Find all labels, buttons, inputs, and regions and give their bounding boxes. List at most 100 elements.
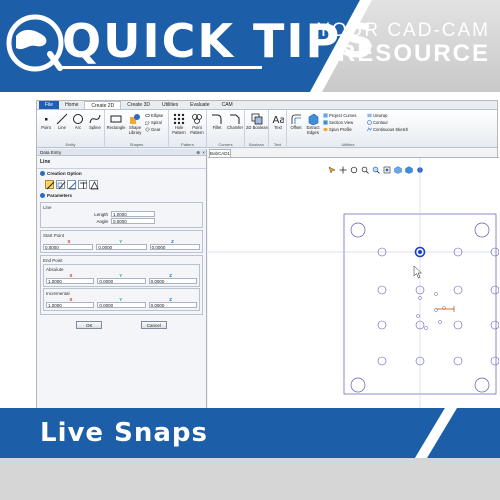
end-point-group: End Point Absolute X Y Z 1.0000 0.0000 0… [40, 255, 203, 315]
banner-resource: RESOURCE [337, 40, 490, 67]
svg-text:Aa: Aa [273, 115, 285, 125]
parameters-header[interactable]: Parameters [37, 191, 206, 200]
line-angle-icon [68, 181, 77, 190]
chamfer-icon [230, 114, 240, 124]
ellipse-tool[interactable]: Ellipse [145, 113, 163, 118]
hole-pattern-tool[interactable]: Hole Pattern [170, 113, 188, 135]
incremental-z-field[interactable]: 0.0000 [148, 302, 197, 308]
graphics-view[interactable] [208, 157, 499, 412]
line-group: Line Length 1.0000 Angle 0.0000 [40, 202, 203, 228]
start-x-field[interactable]: 0.0000 [43, 244, 94, 250]
fillet-icon [212, 114, 222, 124]
boolean-icon [251, 113, 263, 125]
ribbon-group-entity: Point Line Arc Spline Entity [37, 110, 105, 148]
point-pattern-icon [192, 114, 202, 124]
line-diagonal-icon [46, 181, 55, 190]
line-tangent-option[interactable] [56, 180, 66, 190]
ribbon-tabs: File Home Create 2D Create 3D Utilities … [37, 101, 497, 110]
ribbon-group-utilities: Offset Extract Edges Project Curves Sect… [287, 110, 409, 148]
text-icon: Aa [273, 115, 285, 125]
project-curves-tool[interactable]: Project Curves [323, 113, 356, 118]
2d-boolean-tool[interactable]: 2D Boolean [246, 113, 268, 131]
tab-home[interactable]: Home [59, 101, 84, 109]
collapse-icon [40, 193, 45, 198]
contour-tool[interactable]: Contour [367, 120, 388, 125]
fillet-tool[interactable]: Fillet [208, 113, 226, 131]
length-field[interactable]: 1.0000 [111, 211, 155, 217]
angle-field[interactable]: 0.0000 [111, 218, 155, 224]
entity-title: Line [37, 156, 206, 169]
continuous-sketch-tool[interactable]: Continuous Sketch [367, 127, 408, 132]
line-angle-option[interactable] [67, 180, 77, 190]
spline-tool[interactable]: Spline [86, 113, 104, 131]
line-tool[interactable]: Line [54, 113, 70, 131]
line-triangle-option[interactable] [89, 180, 99, 190]
close-icon[interactable]: × [202, 149, 205, 156]
offset-tool[interactable]: Offset [288, 113, 304, 131]
incremental-group: Incremental X Y Z 1.0000 0.0000 0.0000 [43, 288, 200, 311]
absolute-y-field[interactable]: 0.0000 [97, 278, 146, 284]
tab-evaluate[interactable]: Evaluate [184, 101, 215, 109]
creation-option-header[interactable]: Creation Option [37, 169, 206, 178]
rectangle-tool[interactable]: Rectangle [106, 113, 126, 131]
collapse-icon [40, 171, 45, 176]
incremental-y-field[interactable]: 0.0000 [97, 302, 146, 308]
absolute-x-field[interactable]: 1.0000 [46, 278, 95, 284]
bolt-circle [416, 292, 446, 330]
corner-hole [474, 222, 490, 238]
angle-row: Angle 0.0000 [43, 218, 200, 224]
hole-pattern-icon [173, 113, 185, 125]
unwrap-icon [367, 113, 372, 118]
chamfer-tool[interactable]: Chamfer [226, 113, 244, 131]
project-curves-icon [323, 113, 328, 118]
gear-icon [145, 127, 150, 132]
spun-profile-tool[interactable]: Spun Profile [323, 127, 352, 132]
spline-icon [89, 114, 101, 124]
point-tool[interactable]: Point [38, 113, 54, 131]
tab-create-3d[interactable]: Create 3D [121, 101, 156, 109]
ok-button[interactable]: OK [76, 321, 103, 329]
line-perpendicular-option[interactable] [78, 180, 87, 189]
extract-edges-tool[interactable]: Extract Edges [304, 113, 322, 135]
contour-icon [367, 120, 372, 125]
extract-edges-icon [308, 113, 319, 125]
footer-title: Live Snaps [40, 418, 208, 448]
tab-file[interactable]: File [39, 101, 60, 109]
ribbon-group-boolean: 2D Boolean Boolean [245, 110, 269, 148]
shape-library-tool[interactable]: Shape Library [126, 113, 144, 135]
tab-create-2d[interactable]: Create 2D [84, 101, 122, 109]
line-icon [56, 113, 68, 125]
line-endpoints-option[interactable] [45, 180, 55, 190]
unwrap-tool[interactable]: Unwrap [367, 113, 387, 118]
start-z-field[interactable]: 0.0000 [149, 244, 200, 250]
absolute-group: Absolute X Y Z 1.0000 0.0000 0.0000 [43, 264, 200, 287]
spiral-tool[interactable]: Spiral [145, 120, 162, 125]
line-perpendicular-icon [80, 182, 87, 189]
document-tab[interactable]: BobCAD1 [209, 149, 231, 157]
spun-profile-icon [323, 127, 328, 132]
line-tangent-icon [57, 181, 66, 190]
continuous-sketch-icon [367, 127, 372, 132]
creation-options [37, 178, 206, 191]
start-point-group: Start Point X Y Z 0.0000 0.0000 0.0000 [40, 230, 203, 253]
incremental-x-field[interactable]: 1.0000 [46, 302, 95, 308]
ribbon-group-pattern: Hole Pattern Point Pattern Pattern [169, 110, 207, 148]
gear-tool[interactable]: Gear [145, 127, 160, 132]
corner-hole [350, 377, 366, 393]
tab-utilities[interactable]: Utilities [156, 101, 184, 109]
cancel-button[interactable]: Cancel [140, 321, 167, 329]
triangle-icon [90, 181, 99, 190]
section-view-tool[interactable]: Section View [323, 120, 353, 125]
absolute-z-field[interactable]: 0.0000 [148, 278, 197, 284]
tab-cam[interactable]: CAM [216, 101, 239, 109]
rectangle-icon [110, 115, 122, 123]
arc-tool[interactable]: Arc [70, 113, 86, 131]
start-y-field[interactable]: 0.0000 [96, 244, 147, 250]
text-tool[interactable]: Aa Text [270, 113, 286, 131]
app-window: File Home Create 2D Create 3D Utilities … [36, 100, 499, 412]
corner-hole [350, 222, 366, 238]
point-pattern-tool[interactable]: Point Pattern [188, 113, 206, 135]
panel-header: Data Entry ⊕ × [37, 149, 206, 156]
pin-icon[interactable]: ⊕ [196, 149, 200, 156]
ellipse-icon [145, 113, 150, 118]
